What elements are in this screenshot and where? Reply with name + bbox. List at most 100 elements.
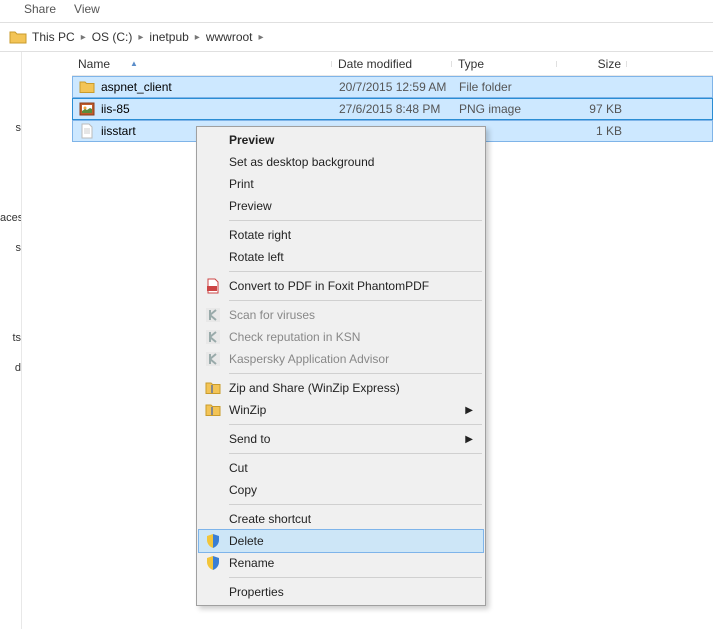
sidebar-item[interactable] (0, 302, 21, 332)
menu-item-label: Rename (229, 556, 274, 570)
menu-item-label: Properties (229, 585, 284, 599)
menu-separator (229, 504, 482, 505)
crumb-segment[interactable]: OS (C:) (92, 30, 133, 44)
menu-item-label: Preview (229, 133, 274, 147)
sidebar-item[interactable]: ts (0, 332, 21, 362)
chevron-right-icon: ▸ (138, 32, 143, 43)
menu-item-cut[interactable]: Cut (199, 457, 483, 479)
file-name: aspnet_client (101, 80, 172, 94)
file-date: 27/6/2015 8:48 PM (333, 102, 453, 116)
menu-item-winzip[interactable]: WinZip ▶ (199, 399, 483, 421)
file-name: iis-85 (101, 102, 130, 116)
chevron-right-icon: ▶ (465, 434, 473, 445)
menu-item-label: Delete (229, 534, 264, 548)
menu-item-label: Scan for viruses (229, 308, 315, 322)
menu-item-label: Copy (229, 483, 257, 497)
menu-item-label: Rotate left (229, 250, 284, 264)
menu-separator (229, 271, 482, 272)
menu-item-label: Zip and Share (WinZip Express) (229, 381, 400, 395)
menu-item-rotate-left[interactable]: Rotate left (199, 246, 483, 268)
column-size[interactable]: Size (557, 57, 627, 71)
sidebar-item[interactable]: d (0, 362, 21, 392)
menu-separator (229, 220, 482, 221)
sidebar-item[interactable] (0, 92, 21, 122)
shield-icon (205, 555, 221, 571)
zip-icon (205, 402, 221, 418)
file-type: PNG image (453, 102, 558, 116)
menu-item-delete[interactable]: Delete (198, 529, 484, 553)
sidebar-item[interactable]: aces (0, 212, 21, 242)
file-type: File folder (453, 80, 558, 94)
crumb-segment[interactable]: inetpub (149, 30, 188, 44)
menu-item-send-to[interactable]: Send to ▶ (199, 428, 483, 450)
zip-icon (205, 380, 221, 396)
k-icon (205, 329, 221, 345)
folder-icon (8, 27, 28, 47)
menu-item-check-reputation-in-ksn: Check reputation in KSN (199, 326, 483, 348)
file-name: iisstart (101, 124, 136, 138)
menu-item-label: Kaspersky Application Advisor (229, 352, 389, 366)
chevron-right-icon: ▸ (259, 32, 264, 43)
menu-separator (229, 453, 482, 454)
sidebar-item[interactable] (0, 152, 21, 182)
file-name-cell: aspnet_client (73, 79, 333, 95)
sort-arrow-icon: ▲ (130, 59, 138, 68)
menu-item-label: Check reputation in KSN (229, 330, 360, 344)
menu-item-scan-for-viruses: Scan for viruses (199, 304, 483, 326)
menu-item-label: Set as desktop background (229, 155, 374, 169)
sidebar-item[interactable]: s (0, 122, 21, 152)
menu-item-label: Cut (229, 461, 248, 475)
k-icon (205, 307, 221, 323)
crumb-segment[interactable]: wwwroot (206, 30, 253, 44)
breadcrumb[interactable]: This PC ▸ OS (C:) ▸ inetpub ▸ wwwroot ▸ (0, 23, 713, 51)
nav-sidebar: sacesstsd (0, 52, 22, 629)
sidebar-item[interactable] (0, 272, 21, 302)
column-name[interactable]: Name ▲ (72, 57, 332, 71)
file-name-cell: iis-85 (73, 101, 333, 117)
tab-share[interactable]: Share (24, 2, 56, 16)
menu-item-create-shortcut[interactable]: Create shortcut (199, 508, 483, 530)
file-size: 1 KB (558, 124, 628, 138)
menu-item-label: Rotate right (229, 228, 291, 242)
chevron-right-icon: ▸ (195, 32, 200, 43)
file-icon (79, 123, 95, 139)
crumb-segment[interactable]: This PC (32, 30, 75, 44)
menu-separator (229, 300, 482, 301)
k-icon (205, 351, 221, 367)
menu-separator (229, 373, 482, 374)
menu-item-convert-to-pdf-in-foxit-phantompdf[interactable]: Convert to PDF in Foxit PhantomPDF (199, 275, 483, 297)
menu-item-preview[interactable]: Preview (199, 129, 483, 151)
pdf-icon (205, 278, 221, 294)
file-size: 97 KB (558, 102, 628, 116)
tab-view[interactable]: View (74, 2, 100, 16)
menu-item-copy[interactable]: Copy (199, 479, 483, 501)
context-menu[interactable]: Preview Set as desktop background Print Pre… (196, 126, 486, 606)
menu-item-rename[interactable]: Rename (199, 552, 483, 574)
toolbar-tabs: Share View (0, 0, 713, 18)
menu-item-properties[interactable]: Properties (199, 581, 483, 603)
column-date[interactable]: Date modified (332, 57, 452, 71)
file-row[interactable]: iis-85 27/6/2015 8:48 PMPNG image97 KB (72, 98, 713, 120)
menu-item-label: WinZip (229, 403, 266, 417)
folder-icon (79, 79, 95, 95)
menu-item-kaspersky-application-advisor: Kaspersky Application Advisor (199, 348, 483, 370)
sidebar-item[interactable] (0, 182, 21, 212)
sidebar-item[interactable]: s (0, 242, 21, 272)
menu-item-label: Print (229, 177, 254, 191)
png-icon (79, 101, 95, 117)
menu-item-set-as-desktop-background[interactable]: Set as desktop background (199, 151, 483, 173)
chevron-right-icon: ▸ (81, 32, 86, 43)
menu-item-preview[interactable]: Preview (199, 195, 483, 217)
menu-item-label: Convert to PDF in Foxit PhantomPDF (229, 279, 429, 293)
menu-item-zip-and-share-winzip-express-[interactable]: Zip and Share (WinZip Express) (199, 377, 483, 399)
menu-item-print[interactable]: Print (199, 173, 483, 195)
column-type[interactable]: Type (452, 57, 557, 71)
menu-separator (229, 424, 482, 425)
chevron-right-icon: ▶ (465, 405, 473, 416)
menu-item-label: Send to (229, 432, 270, 446)
menu-item-rotate-right[interactable]: Rotate right (199, 224, 483, 246)
file-row[interactable]: aspnet_client 20/7/2015 12:59 AMFile fold… (72, 76, 713, 98)
menu-separator (229, 577, 482, 578)
file-date: 20/7/2015 12:59 AM (333, 80, 453, 94)
column-headers[interactable]: Name ▲ Date modified Type Size (72, 52, 713, 76)
